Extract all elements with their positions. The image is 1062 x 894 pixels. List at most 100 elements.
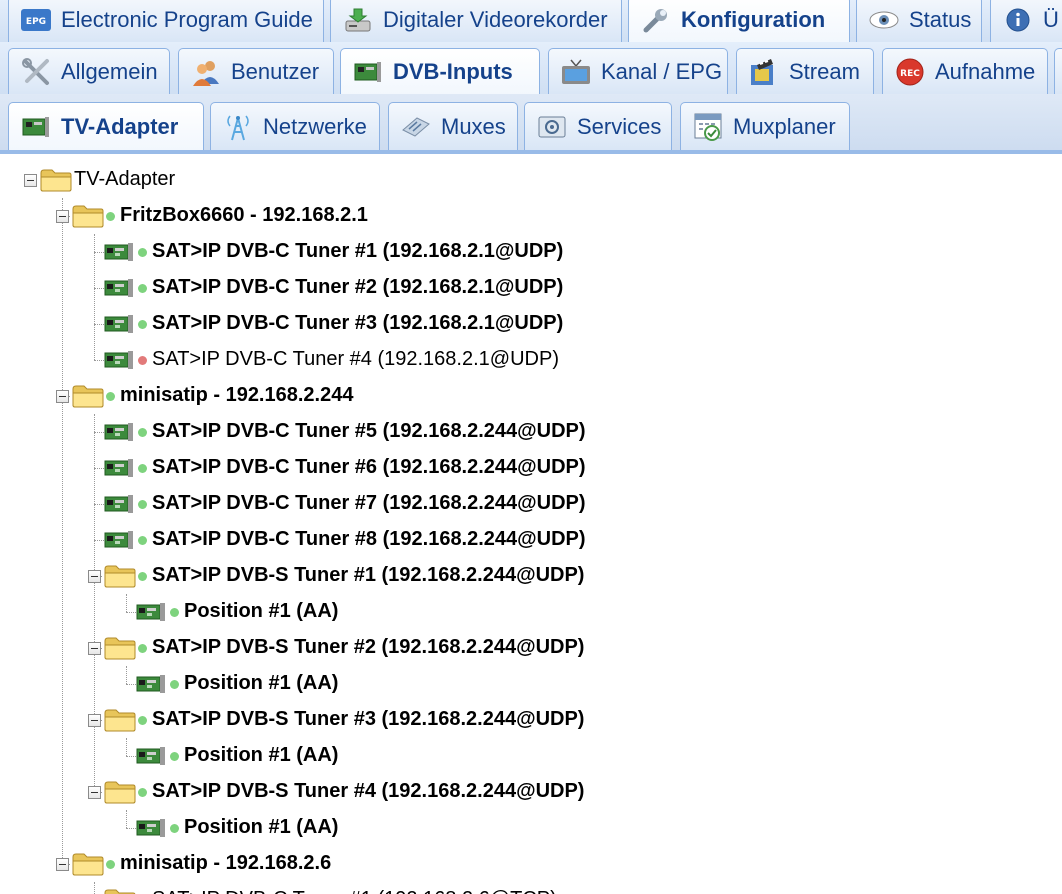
tab-label: Benutzer: [231, 59, 320, 84]
tab-stream[interactable]: Stream: [736, 48, 874, 94]
tree-folder-node[interactable]: SAT>IP DVB-S Tuner #1 (192.168.2.244@UDP…: [0, 558, 1062, 594]
folder-icon: [104, 708, 136, 732]
mux-icon: [401, 114, 431, 140]
tuner-card-icon: [104, 278, 134, 298]
status-indicator: [138, 284, 147, 293]
tree-tuner-node[interactable]: SAT>IP DVB-C Tuner #5 (192.168.2.244@UDP…: [0, 414, 1062, 450]
tab-netzwerke[interactable]: Netzwerke: [210, 102, 380, 150]
tab-dvb-inputs[interactable]: DVB-Inputs: [340, 48, 540, 94]
tree-folder-node[interactable]: SAT>IP DVB-S Tuner #4 (192.168.2.244@UDP…: [0, 774, 1062, 810]
collapse-toggle-icon[interactable]: [56, 858, 69, 871]
tree-node-label: SAT>IP DVB-C Tuner #1 (192.168.2.1@UDP): [152, 240, 564, 262]
status-indicator: [138, 716, 147, 725]
tree-tuner-node[interactable]: SAT>IP DVB-C Tuner #7 (192.168.2.244@UDP…: [0, 486, 1062, 522]
collapse-toggle-icon[interactable]: [88, 714, 101, 727]
tree-node-label: minisatip - 192.168.2.244: [120, 384, 354, 406]
status-indicator: [138, 644, 147, 653]
folder-icon: [104, 780, 136, 804]
tab-label: Muxplaner: [733, 113, 836, 139]
tab-aufnahme[interactable]: REC Aufnahme: [882, 48, 1048, 94]
tab-label: Services: [577, 113, 662, 139]
tree-folder-node[interactable]: minisatip - 192.168.2.6: [0, 846, 1062, 882]
collapse-toggle-icon[interactable]: [24, 174, 37, 187]
tab-label: Aufnahme: [935, 59, 1036, 84]
tree-folder-node[interactable]: TV-Adapter: [0, 162, 1062, 198]
tab-digitaler-videorekorder[interactable]: Digitaler Videorekorder: [330, 0, 622, 42]
collapse-toggle-icon[interactable]: [56, 210, 69, 223]
tree-folder-node[interactable]: SAT>IP DVB-C Tuner #1 (192.168.2.6@TCP): [0, 882, 1062, 894]
tree-node-label: SAT>IP DVB-S Tuner #1 (192.168.2.244@UDP…: [152, 564, 585, 586]
tab-label: Muxes: [441, 113, 506, 139]
status-indicator: [138, 500, 147, 509]
tree-folder-node[interactable]: minisatip - 192.168.2.244: [0, 378, 1062, 414]
tab-label: Kanal / EPG: [601, 59, 723, 84]
collapse-toggle-icon[interactable]: [56, 390, 69, 403]
tree-folder-node[interactable]: SAT>IP DVB-S Tuner #2 (192.168.2.244@UDP…: [0, 630, 1062, 666]
collapse-toggle-icon[interactable]: [88, 786, 101, 799]
stream-icon: [749, 59, 779, 85]
status-indicator: [138, 572, 147, 581]
tuner-card-icon: [104, 242, 134, 262]
tree-node-label: SAT>IP DVB-C Tuner #1 (192.168.2.6@TCP): [152, 888, 557, 894]
config-tab-bar: Allgemein Benutzer DVB-Inputs Kanal / EP…: [0, 42, 1062, 95]
dvb-inputs-tab-bar: TV-Adapter Netzwerke Muxes Services Muxp…: [0, 94, 1062, 154]
tree-node-label: Position #1 (AA): [184, 600, 339, 622]
status-indicator: [138, 788, 147, 797]
tree-node-label: SAT>IP DVB-C Tuner #7 (192.168.2.244@UDP…: [152, 492, 586, 514]
tab-label: Ü: [1043, 6, 1059, 32]
tab-kanal-epg[interactable]: Kanal / EPG: [548, 48, 728, 94]
tree-folder-node[interactable]: FritzBox6660 - 192.168.2.1: [0, 198, 1062, 234]
tab-allgemein[interactable]: Allgemein: [8, 48, 170, 94]
status-indicator: [106, 392, 115, 401]
tree-node-label: FritzBox6660 - 192.168.2.1: [120, 204, 368, 226]
tree-node-label: SAT>IP DVB-S Tuner #4 (192.168.2.244@UDP…: [152, 780, 585, 802]
tab-services[interactable]: Services: [524, 102, 672, 150]
status-indicator: [138, 536, 147, 545]
tuner-card-icon: [104, 314, 134, 334]
tree-tuner-node[interactable]: SAT>IP DVB-C Tuner #8 (192.168.2.244@UDP…: [0, 522, 1062, 558]
tree-node-label: SAT>IP DVB-S Tuner #2 (192.168.2.244@UDP…: [152, 636, 585, 658]
tab-muxplaner[interactable]: Muxplaner: [680, 102, 850, 150]
recorder-icon: [343, 7, 373, 33]
epg-icon: EPG: [21, 7, 51, 33]
tuner-card-icon: [104, 350, 134, 370]
tree-tuner-node[interactable]: SAT>IP DVB-C Tuner #6 (192.168.2.244@UDP…: [0, 450, 1062, 486]
tab-benutzer[interactable]: Benutzer: [178, 48, 334, 94]
tab-status[interactable]: Status: [856, 0, 982, 42]
tree-node-label: SAT>IP DVB-C Tuner #8 (192.168.2.244@UDP…: [152, 528, 586, 550]
tree-node-label: minisatip - 192.168.2.6: [120, 852, 332, 874]
status-indicator: [138, 248, 147, 257]
eye-icon: [869, 7, 899, 33]
tab-label: Allgemein: [61, 59, 158, 84]
svg-text:EPG: EPG: [26, 17, 46, 27]
tree-tuner-node[interactable]: SAT>IP DVB-C Tuner #2 (192.168.2.1@UDP): [0, 270, 1062, 306]
users-icon: [191, 59, 221, 86]
tab-info[interactable]: Ü: [990, 0, 1062, 42]
tools-icon: [21, 58, 51, 85]
status-indicator: [170, 752, 179, 761]
services-icon: [537, 114, 567, 140]
tree-node-label: SAT>IP DVB-C Tuner #5 (192.168.2.244@UDP…: [152, 420, 586, 442]
tree-node-label: Position #1 (AA): [184, 744, 339, 766]
status-indicator: [138, 464, 147, 473]
tree-tuner-node[interactable]: SAT>IP DVB-C Tuner #4 (192.168.2.1@UDP): [0, 342, 1062, 378]
svg-text:REC: REC: [900, 69, 920, 79]
tree-tuner-node[interactable]: SAT>IP DVB-C Tuner #1 (192.168.2.1@UDP): [0, 234, 1062, 270]
folder-icon: [104, 564, 136, 588]
tree-node-label: SAT>IP DVB-S Tuner #3 (192.168.2.244@UDP…: [152, 708, 585, 730]
tuner-card-icon: [104, 458, 134, 478]
collapse-toggle-icon[interactable]: [88, 642, 101, 655]
info-icon: [1003, 7, 1033, 33]
tab-label: Stream: [789, 59, 860, 84]
tab-label: Konfiguration: [681, 6, 826, 32]
tree-folder-node[interactable]: SAT>IP DVB-S Tuner #3 (192.168.2.244@UDP…: [0, 702, 1062, 738]
tree-tuner-node[interactable]: SAT>IP DVB-C Tuner #3 (192.168.2.1@UDP): [0, 306, 1062, 342]
tab-label: Digitaler Videorekorder: [383, 6, 608, 32]
tab-tv-adapter[interactable]: TV-Adapter: [8, 102, 204, 150]
tree-node-label: Position #1 (AA): [184, 816, 339, 838]
collapse-toggle-icon[interactable]: [88, 570, 101, 583]
tab-muxes[interactable]: Muxes: [388, 102, 518, 150]
tab-konfiguration[interactable]: Konfiguration: [628, 0, 850, 42]
tab-more[interactable]: [1054, 48, 1062, 94]
tab-electronic-program-guide[interactable]: EPG Electronic Program Guide: [8, 0, 324, 42]
